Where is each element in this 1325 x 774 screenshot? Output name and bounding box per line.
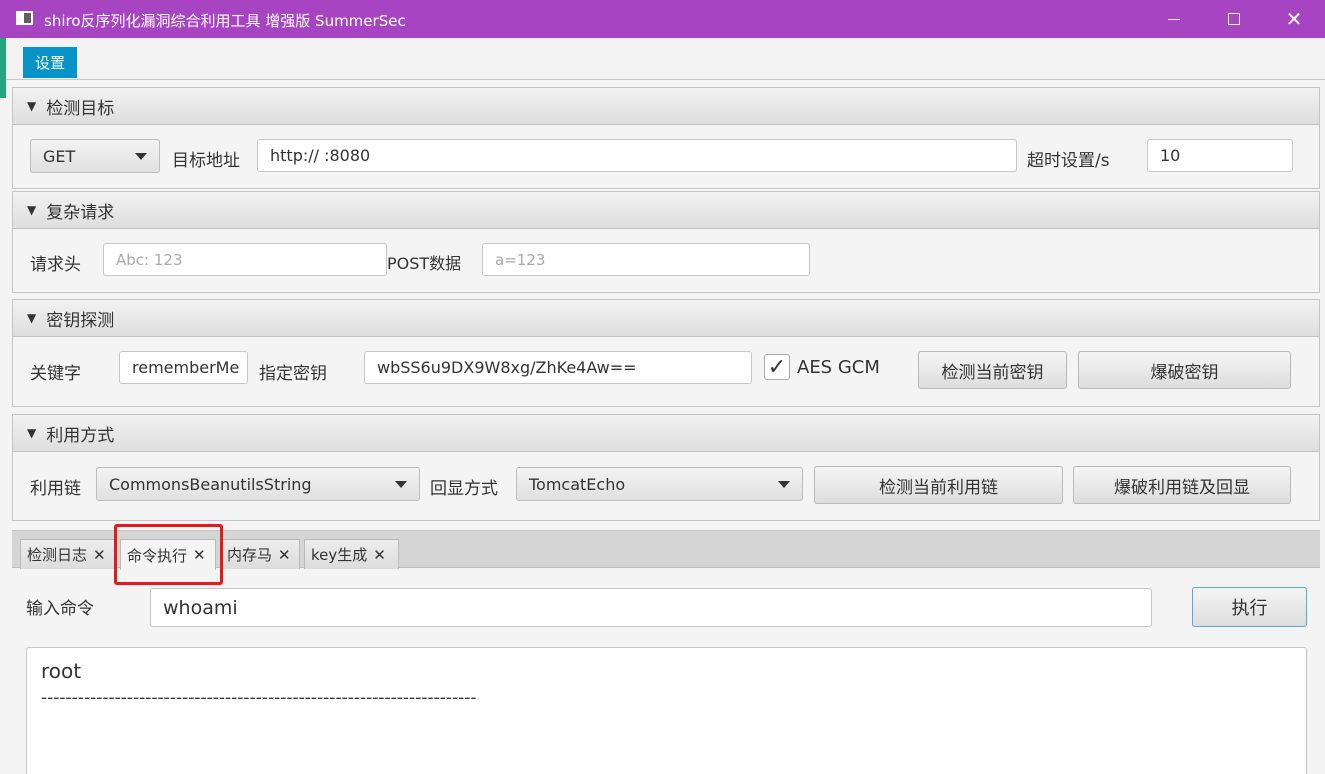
execute-button[interactable]: 执行 [1192, 587, 1307, 627]
section-complex-header[interactable]: ▼ 复杂请求 [13, 192, 1319, 229]
menu-settings[interactable]: 设置 [23, 47, 77, 78]
key-label: 指定密钥 [259, 364, 327, 384]
section-exploit-title: 利用方式 [46, 425, 115, 446]
section-target-body: GET 目标地址 http:// :8080 超时设置/s 10 [13, 125, 1319, 189]
detect-key-button[interactable]: 检测当前密钥 [918, 351, 1067, 389]
command-label: 输入命令 [26, 599, 94, 619]
echo-select-value: TomcatEcho [529, 474, 626, 494]
url-input[interactable]: http:// :8080 [257, 139, 1017, 172]
tab-detect-log[interactable]: 检测日志 ✕ [20, 539, 116, 569]
section-target-header[interactable]: ▼ 检测目标 [13, 88, 1319, 125]
timeout-label: 超时设置/s [1027, 151, 1110, 171]
window-title: shiro反序列化漏洞综合利用工具 增强版 SummerSec [44, 12, 406, 30]
menu-bar: 设置 [6, 38, 1325, 80]
tab-label: 命令执行 [127, 546, 188, 565]
section-exploit-body: 利用链 CommonsBeanutilsString 回显方式 TomcatEc… [13, 452, 1319, 521]
brute-key-button[interactable]: 爆破密钥 [1078, 351, 1291, 389]
tab-key-gen[interactable]: key生成 ✕ [304, 539, 399, 569]
output-line: root [41, 659, 82, 683]
tab-command-exec[interactable]: 命令执行 ✕ [120, 539, 216, 570]
tab-bar: 检测日志 ✕ 命令执行 ✕ 内存马 ✕ key生成 ✕ [12, 530, 1320, 570]
keyword-label: 关键字 [30, 364, 81, 384]
method-select[interactable]: GET [30, 139, 160, 173]
chevron-down-icon [395, 481, 407, 488]
section-key-detect-title: 密钥探测 [46, 310, 115, 331]
chevron-down-icon [135, 153, 147, 160]
collapse-triangle-icon: ▼ [27, 99, 37, 113]
section-complex-body: 请求头 Abc: 123 POST数据 a=123 [13, 229, 1319, 293]
echo-select[interactable]: TomcatEcho [516, 467, 803, 501]
headers-label: 请求头 [30, 255, 81, 275]
section-key-detect: ▼ 密钥探测 关键字 rememberMe 指定密钥 wbSS6u9DX9W8x… [12, 299, 1320, 407]
post-data-label: POST数据 [387, 254, 462, 273]
chain-label: 利用链 [30, 479, 81, 499]
minimize-icon [1168, 18, 1180, 20]
output-line: ----------------------------------------… [41, 688, 477, 708]
tab-label: 内存马 [227, 546, 273, 564]
tab-label: key生成 [311, 546, 368, 564]
timeout-input[interactable]: 10 [1147, 139, 1293, 172]
collapse-triangle-icon: ▼ [27, 426, 37, 440]
headers-input[interactable]: Abc: 123 [103, 243, 387, 276]
chevron-down-icon [778, 481, 790, 488]
tab-close-icon[interactable]: ✕ [278, 546, 291, 564]
maximize-button[interactable] [1206, 0, 1262, 38]
command-output[interactable]: root -----------------------------------… [26, 647, 1307, 774]
detect-chain-button[interactable]: 检测当前利用链 [814, 466, 1063, 504]
tab-close-icon[interactable]: ✕ [93, 546, 106, 564]
section-key-detect-body: 关键字 rememberMe 指定密钥 wbSS6u9DX9W8xg/ZhKe4… [13, 337, 1319, 407]
echo-label: 回显方式 [430, 479, 498, 499]
tab-memshell[interactable]: 内存马 ✕ [220, 539, 300, 569]
post-data-input[interactable]: a=123 [482, 243, 810, 276]
maximize-icon [1228, 13, 1240, 25]
method-select-value: GET [43, 146, 76, 166]
app-icon [16, 11, 33, 25]
section-complex: ▼ 复杂请求 请求头 Abc: 123 POST数据 a=123 [12, 191, 1320, 293]
section-exploit: ▼ 利用方式 利用链 CommonsBeanutilsString 回显方式 T… [12, 414, 1320, 521]
tab-label: 检测日志 [27, 546, 88, 564]
key-input[interactable]: wbSS6u9DX9W8xg/ZhKe4Aw== [364, 351, 752, 384]
command-input[interactable]: whoami [150, 588, 1152, 627]
url-label: 目标地址 [172, 151, 240, 171]
section-target-title: 检测目标 [46, 98, 115, 119]
close-icon: ✕ [1285, 7, 1303, 31]
aes-gcm-label: AES GCM [797, 357, 880, 378]
collapse-triangle-icon: ▼ [27, 311, 37, 325]
chain-select[interactable]: CommonsBeanutilsString [96, 467, 420, 501]
title-bar: shiro反序列化漏洞综合利用工具 增强版 SummerSec ✕ [0, 0, 1325, 38]
section-complex-title: 复杂请求 [46, 202, 115, 223]
tab-close-icon[interactable]: ✕ [193, 546, 206, 564]
section-exploit-header[interactable]: ▼ 利用方式 [13, 415, 1319, 452]
section-key-detect-header[interactable]: ▼ 密钥探测 [13, 300, 1319, 337]
brute-chain-button[interactable]: 爆破利用链及回显 [1073, 466, 1291, 504]
chain-select-value: CommonsBeanutilsString [109, 474, 312, 494]
aes-gcm-checkbox[interactable]: ✓ [764, 354, 790, 380]
close-button[interactable]: ✕ [1266, 0, 1322, 38]
minimize-button[interactable] [1146, 0, 1202, 38]
collapse-triangle-icon: ▼ [27, 203, 37, 217]
checkmark-icon: ✓ [767, 354, 787, 380]
keyword-input[interactable]: rememberMe [119, 351, 248, 384]
section-target: ▼ 检测目标 GET 目标地址 http:// :8080 超时设置/s 10 [12, 87, 1320, 189]
tab-close-icon[interactable]: ✕ [373, 546, 386, 564]
